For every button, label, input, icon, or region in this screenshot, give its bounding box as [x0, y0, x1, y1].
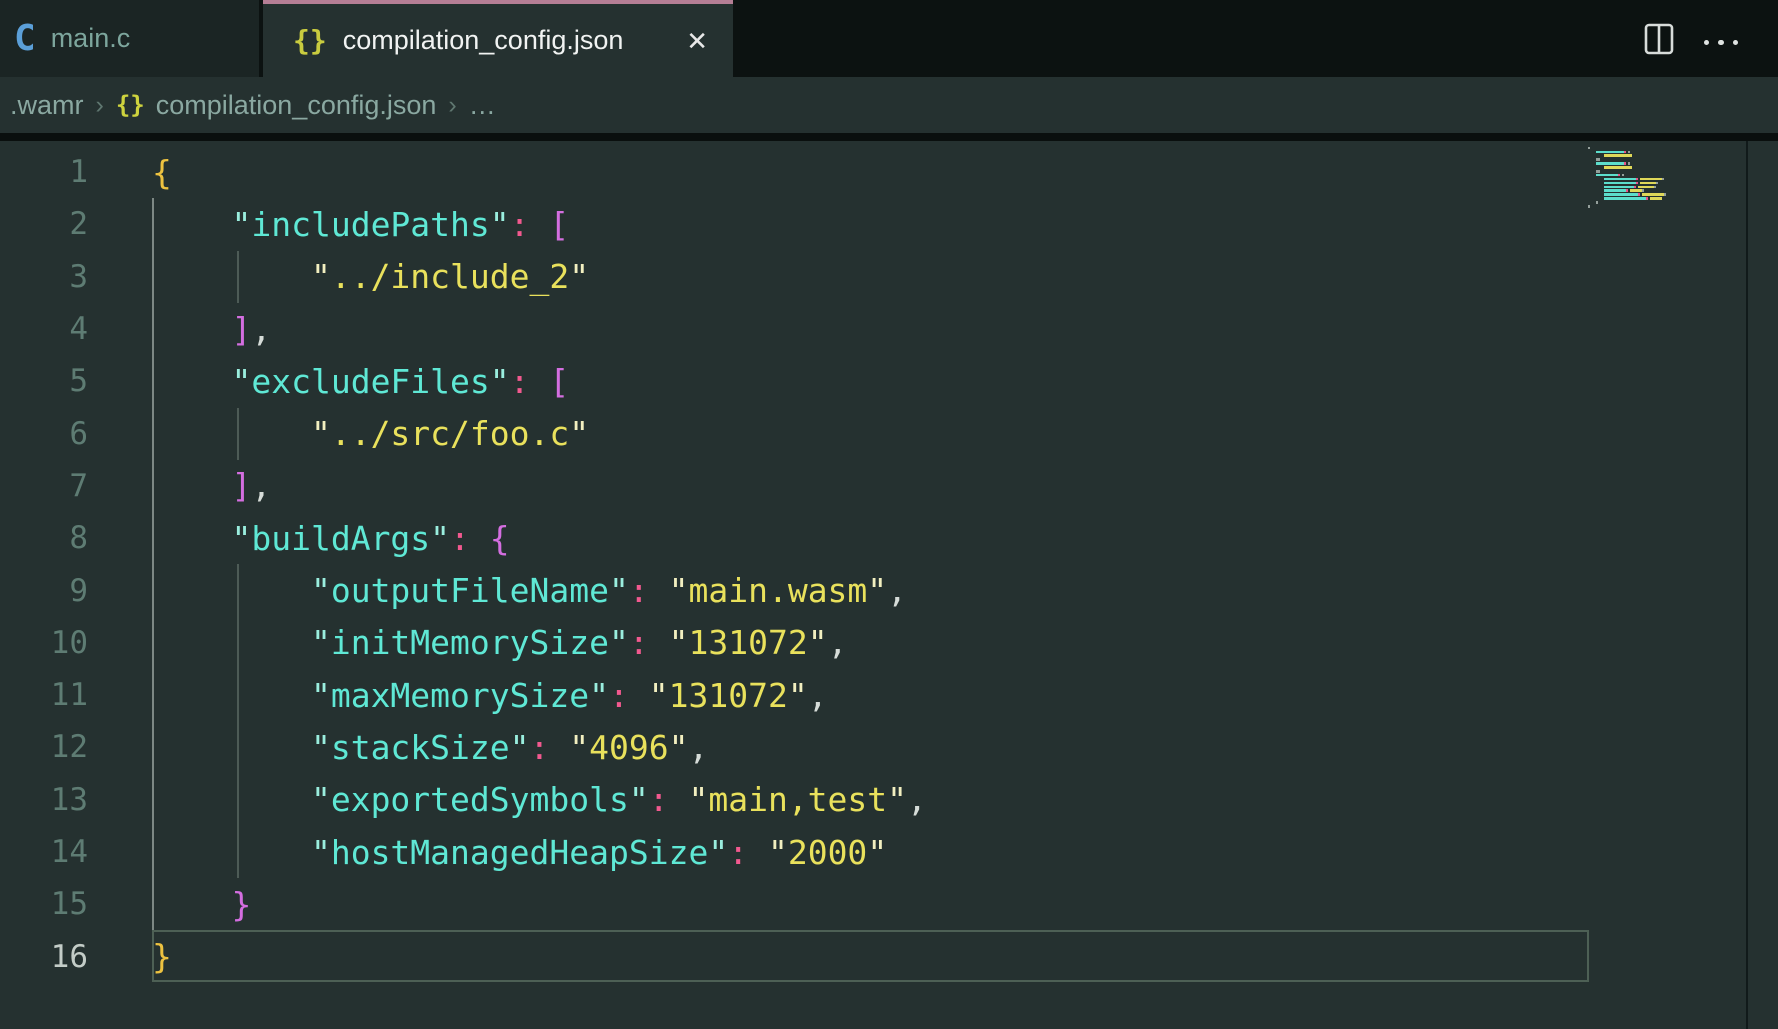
code-text: "hostManagedHeapSize": "2000" — [88, 833, 887, 872]
code-line[interactable]: 4 ], — [0, 303, 1778, 355]
ellipsis-icon[interactable] — [1704, 32, 1739, 46]
code-line[interactable]: 16} — [0, 930, 1778, 982]
breadcrumb-folder[interactable]: .wamr — [10, 90, 84, 121]
code-line[interactable]: 2 "includePaths": [ — [0, 198, 1778, 250]
code-text: "../include_2" — [88, 257, 589, 296]
code-editor[interactable]: 1{2 "includePaths": [3 "../include_2"4 ]… — [0, 141, 1778, 1029]
code-line[interactable]: 13 "exportedSymbols": "main,test", — [0, 774, 1778, 826]
tab-compilation-config-json[interactable]: {} compilation_config.json ✕ — [263, 0, 733, 77]
line-number[interactable]: 16 — [0, 939, 88, 975]
line-number[interactable]: 15 — [0, 886, 88, 922]
line-number[interactable]: 1 — [0, 154, 88, 190]
line-number[interactable]: 11 — [0, 677, 88, 713]
code-text: { — [88, 153, 172, 192]
chevron-right-icon: › — [96, 91, 104, 120]
code-text: "initMemorySize": "131072", — [88, 623, 847, 662]
line-number[interactable]: 9 — [0, 573, 88, 609]
tab-label: compilation_config.json — [343, 25, 624, 56]
tab-label: main.c — [51, 23, 131, 54]
line-number[interactable]: 14 — [0, 834, 88, 870]
code-text: "includePaths": [ — [88, 205, 569, 244]
code-text: ], — [88, 310, 271, 349]
breadcrumb-file[interactable]: compilation_config.json — [156, 90, 437, 121]
code-line[interactable]: 15 } — [0, 878, 1778, 930]
code-text: "maxMemorySize": "131072", — [88, 676, 828, 715]
code-line[interactable]: 7 ], — [0, 460, 1778, 512]
line-number[interactable]: 2 — [0, 206, 88, 242]
code-text: ], — [88, 466, 271, 505]
editor-actions — [1644, 0, 1739, 77]
code-lines: 1{2 "includePaths": [3 "../include_2"4 ]… — [0, 146, 1778, 983]
chevron-right-icon: › — [448, 91, 456, 120]
line-number[interactable]: 3 — [0, 259, 88, 295]
code-text: } — [88, 885, 251, 924]
breadcrumb: .wamr › {} compilation_config.json › … — [0, 77, 1778, 133]
code-line[interactable]: 3 "../include_2" — [0, 251, 1778, 303]
code-text: "outputFileName": "main.wasm", — [88, 571, 907, 610]
code-line[interactable]: 14 "hostManagedHeapSize": "2000" — [0, 826, 1778, 878]
c-language-icon: C — [14, 21, 36, 57]
breadcrumb-symbol-more[interactable]: … — [469, 90, 496, 121]
line-number[interactable]: 6 — [0, 416, 88, 452]
vscode-editor-window: C main.c {} compilation_config.json ✕ .w… — [0, 0, 1778, 1029]
breadcrumb-shadow — [0, 133, 1778, 141]
split-editor-icon[interactable] — [1644, 22, 1674, 56]
editor-tab-bar: C main.c {} compilation_config.json ✕ — [0, 0, 1778, 77]
code-text: "buildArgs": { — [88, 519, 510, 558]
code-line[interactable]: 1{ — [0, 146, 1778, 198]
close-tab-icon[interactable]: ✕ — [686, 28, 708, 54]
line-number[interactable]: 13 — [0, 782, 88, 818]
json-braces-icon: {} — [293, 27, 327, 55]
code-text: "exportedSymbols": "main,test", — [88, 780, 927, 819]
line-number[interactable]: 8 — [0, 520, 88, 556]
line-number[interactable]: 12 — [0, 729, 88, 765]
code-line[interactable]: 6 "../src/foo.c" — [0, 407, 1778, 459]
minimap-scrollbar-divider — [1746, 141, 1748, 1029]
code-line[interactable]: 12 "stackSize": "4096", — [0, 721, 1778, 773]
minimap-line — [1588, 204, 1744, 208]
tab-main-c[interactable]: C main.c — [0, 0, 259, 77]
line-number[interactable]: 5 — [0, 363, 88, 399]
code-text: "../src/foo.c" — [88, 414, 589, 453]
line-number[interactable]: 4 — [0, 311, 88, 347]
line-number[interactable]: 10 — [0, 625, 88, 661]
line-number[interactable]: 7 — [0, 468, 88, 504]
minimap[interactable] — [1588, 146, 1744, 208]
code-text: "excludeFiles": [ — [88, 362, 569, 401]
code-line[interactable]: 5 "excludeFiles": [ — [0, 355, 1778, 407]
code-line[interactable]: 9 "outputFileName": "main.wasm", — [0, 564, 1778, 616]
code-text: "stackSize": "4096", — [88, 728, 708, 767]
code-text: } — [88, 937, 172, 976]
code-line[interactable]: 10 "initMemorySize": "131072", — [0, 617, 1778, 669]
code-line[interactable]: 8 "buildArgs": { — [0, 512, 1778, 564]
json-braces-icon: {} — [116, 93, 145, 117]
code-line[interactable]: 11 "maxMemorySize": "131072", — [0, 669, 1778, 721]
